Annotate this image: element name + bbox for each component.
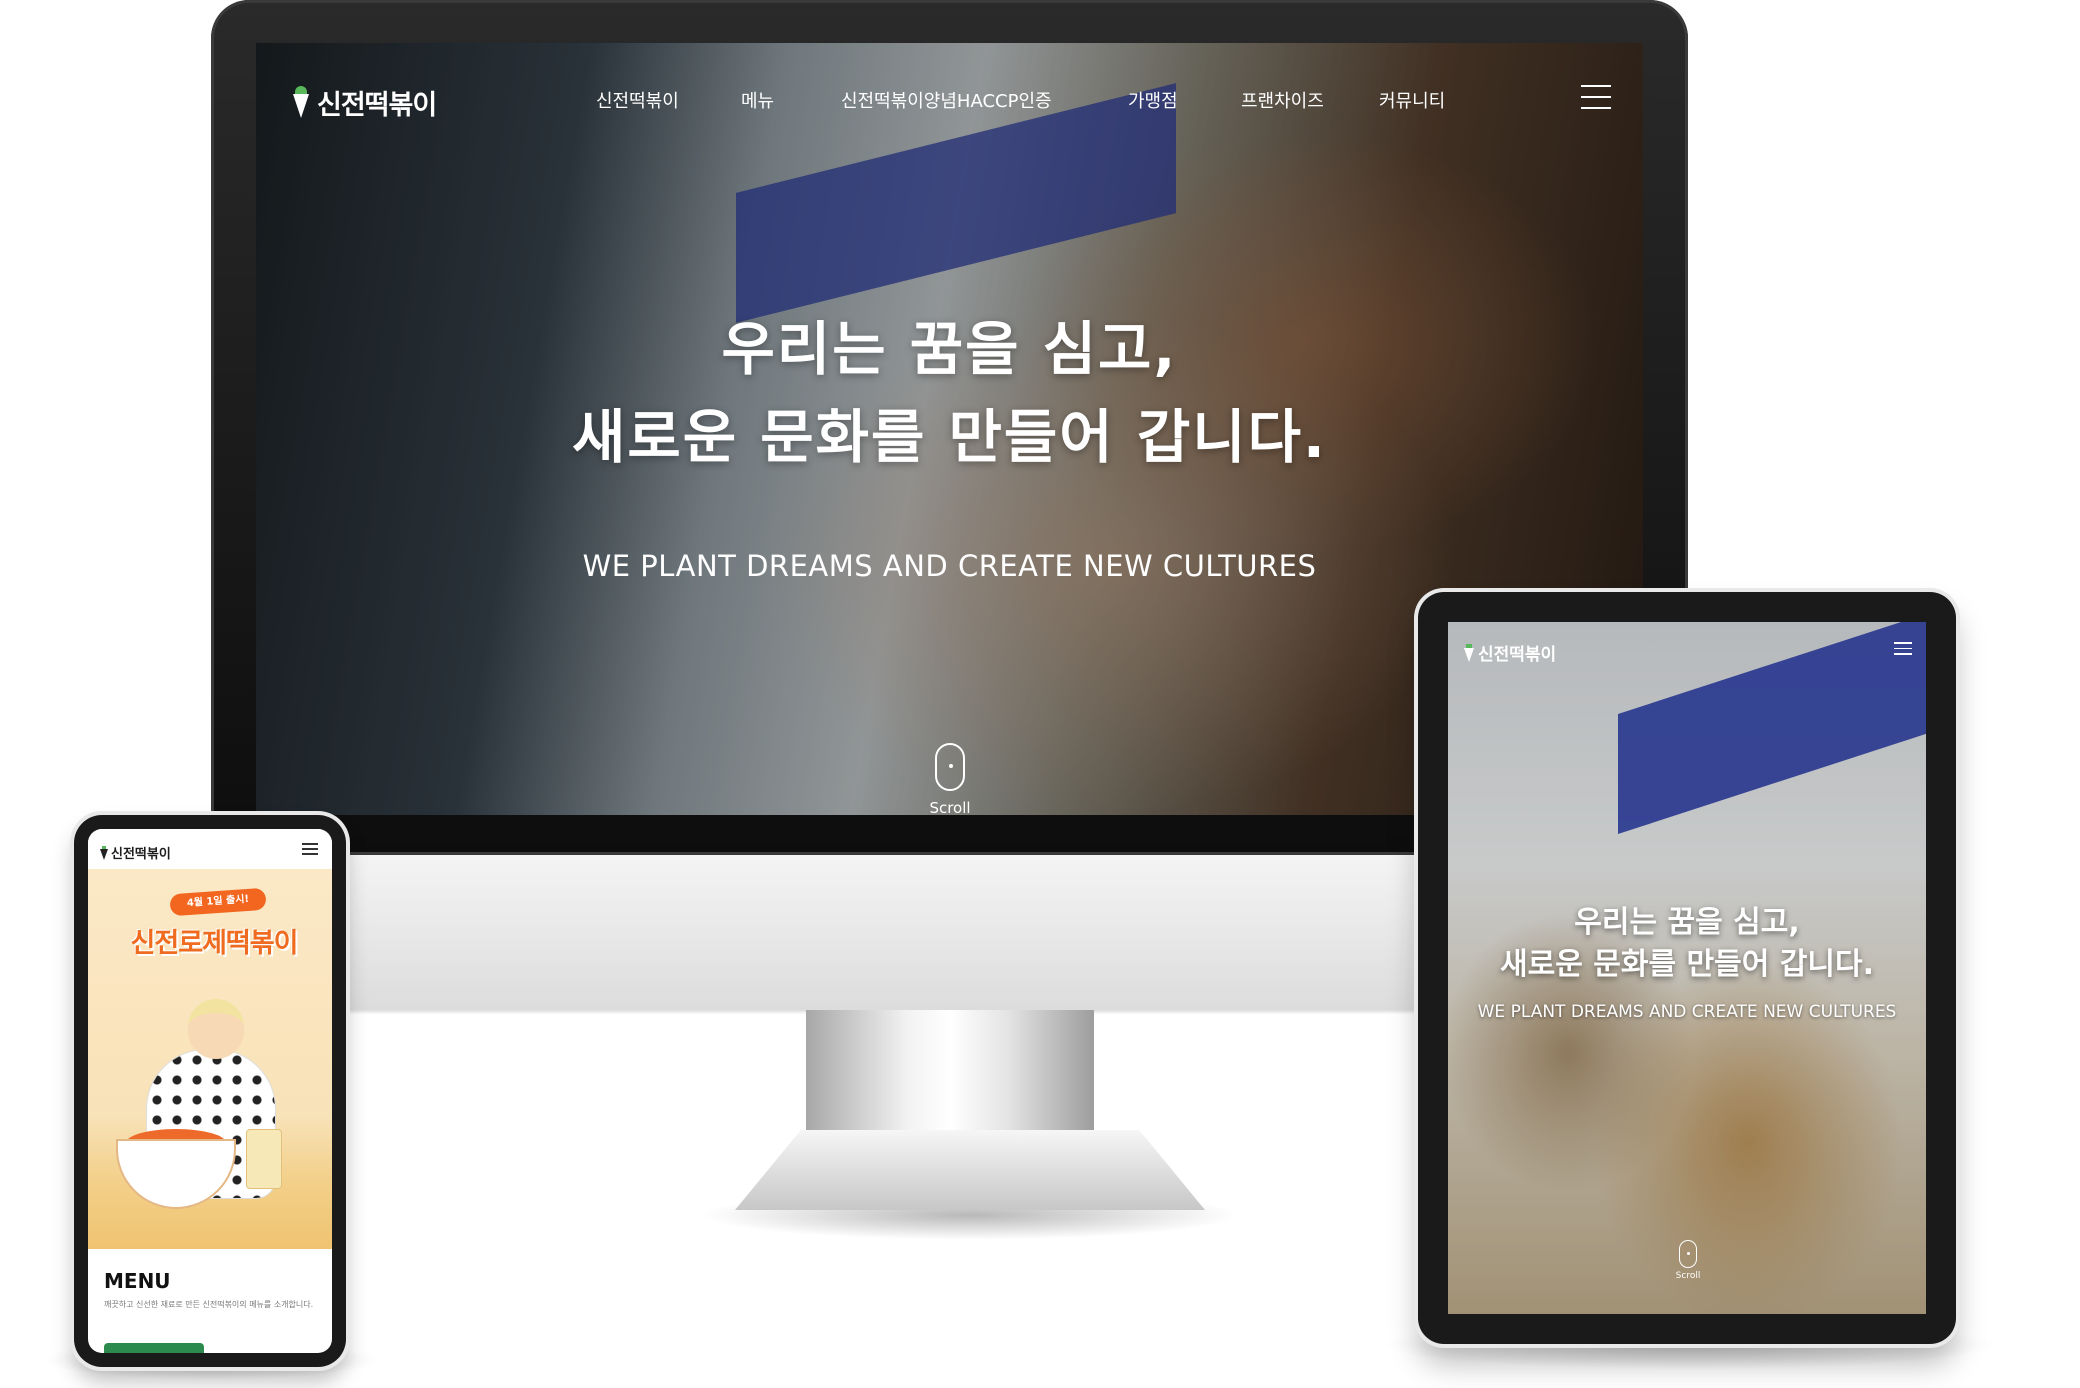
tablet-screen: 신전떡볶이 우리는 꿈을 심고, 새로운 문화를 만들어 갑니다. WE PLA… <box>1448 622 1926 1314</box>
hero-subtitle: WE PLANT DREAMS AND CREATE NEW CULTURES <box>582 549 1317 583</box>
nav-item-brand[interactable]: 신전떡볶이 <box>596 87 679 113</box>
menu-section-description: 깨끗하고 신선한 재료로 만든 신전떡볶이의 메뉴를 소개합니다. <box>104 1300 314 1309</box>
site-logo[interactable]: 신전떡볶이 <box>100 843 171 862</box>
monitor-stand-base <box>735 1130 1205 1210</box>
monitor-stand-neck <box>806 1010 1094 1135</box>
product-name: 신전로제떡볶이 <box>130 928 299 959</box>
logo-text: 신전떡볶이 <box>317 90 437 121</box>
desktop-header: 신전떡볶이 신전떡볶이 메뉴 신전떡볶이양념HACCP인증 가맹점 프랜차이즈 … <box>256 43 1643 153</box>
carrot-logo-icon <box>291 85 311 120</box>
site-logo[interactable]: 신전떡볶이 <box>291 83 437 122</box>
release-badge: 4월 1일 출시! <box>169 887 267 917</box>
mobile-header: 신전떡볶이 <box>88 829 332 869</box>
scroll-label: Scroll <box>929 799 971 815</box>
hamburger-menu-icon[interactable] <box>1894 642 1912 656</box>
nav-item-franchise[interactable]: 프랜차이즈 <box>1241 87 1324 113</box>
carrot-logo-icon <box>100 845 108 860</box>
nav-item-community[interactable]: 커뮤니티 <box>1379 87 1445 113</box>
carrot-logo-icon <box>1464 643 1474 662</box>
hamburger-menu-icon[interactable] <box>302 843 318 855</box>
promo-illustration <box>106 979 316 1229</box>
promo-banner[interactable]: 4월 1일 출시! 신전로제떡볶이 <box>88 869 332 1249</box>
nav-item-haccp[interactable]: 신전떡볶이양념HACCP인증 <box>841 87 1052 113</box>
mouse-scroll-icon <box>1679 1240 1697 1268</box>
nav-item-stores[interactable]: 가맹점 <box>1128 87 1178 113</box>
phone-screen: 신전떡볶이 4월 1일 출시! 신전로제떡볶이 MENU 깨끗하고 신선한 재료… <box>88 829 332 1353</box>
phone-mockup: 신전떡볶이 4월 1일 출시! 신전로제떡볶이 MENU 깨끗하고 신선한 재료… <box>74 815 346 1367</box>
tablet-mockup: 신전떡볶이 우리는 꿈을 심고, 새로운 문화를 만들어 갑니다. WE PLA… <box>1418 592 1956 1344</box>
scroll-indicator[interactable]: Scroll <box>1672 1240 1704 1281</box>
site-logo[interactable]: 신전떡볶이 <box>1464 640 1556 665</box>
nav-item-menu[interactable]: 메뉴 <box>741 87 774 113</box>
mouse-scroll-icon <box>935 743 965 791</box>
hamburger-menu-icon[interactable] <box>1581 85 1611 109</box>
scroll-indicator[interactable]: Scroll <box>920 743 980 815</box>
hero-subtitle: WE PLANT DREAMS AND CREATE NEW CULTURES <box>1477 1002 1897 1022</box>
hero-title: 우리는 꿈을 심고, 새로운 문화를 만들어 갑니다. <box>572 315 1327 471</box>
menu-section-title: MENU <box>104 1269 171 1293</box>
menu-more-button[interactable] <box>104 1343 204 1353</box>
hero-title: 우리는 꿈을 심고, 새로운 문화를 만들어 갑니다. <box>1500 905 1874 982</box>
